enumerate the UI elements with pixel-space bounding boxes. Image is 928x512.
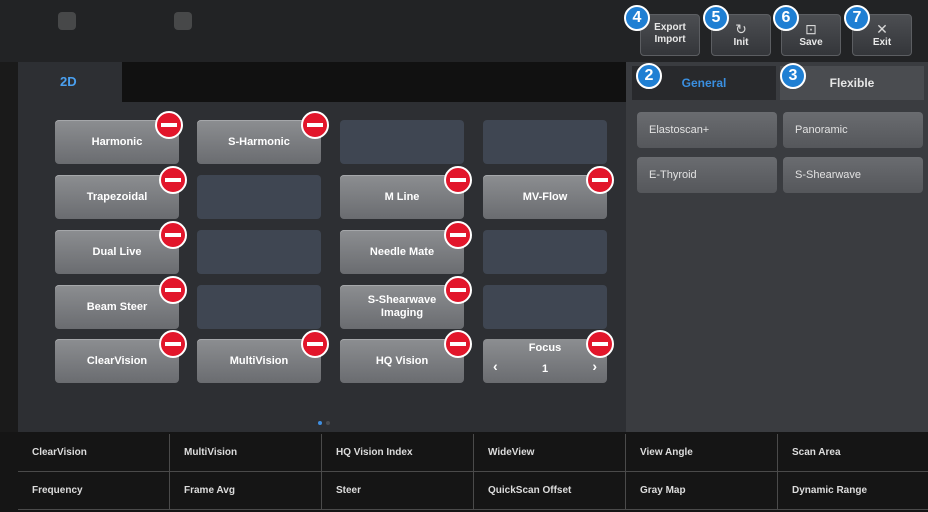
callout-badge: 6 — [773, 5, 799, 31]
focus-value: 1 — [541, 363, 549, 375]
remove-mv-flow-button[interactable] — [586, 166, 614, 194]
param-frequency[interactable]: Frequency — [18, 472, 170, 510]
minus-icon — [450, 178, 466, 182]
empty-slot[interactable] — [483, 285, 607, 329]
minus-icon — [165, 178, 181, 182]
dimmed-mode-item — [158, 8, 208, 54]
probe-icon — [174, 12, 192, 30]
callout-badge: 3 — [780, 63, 806, 89]
minus-icon — [450, 342, 466, 346]
param-view-angle[interactable]: View Angle — [626, 434, 778, 472]
callout-badge: 2 — [636, 63, 662, 89]
minus-icon — [450, 288, 466, 292]
empty-slot[interactable] — [197, 285, 321, 329]
param-clearvision[interactable]: ClearVision — [18, 434, 170, 472]
param-steer[interactable]: Steer — [322, 472, 474, 510]
save-label: Save — [799, 37, 823, 48]
empty-slot[interactable] — [197, 175, 321, 219]
remove-s-shearwave-imaging-button[interactable] — [444, 276, 472, 304]
empty-slot[interactable] — [483, 120, 607, 164]
remove-m-line-button[interactable] — [444, 166, 472, 194]
dimmed-mode-item — [42, 8, 92, 54]
param-frame-avg[interactable]: Frame Avg — [170, 472, 322, 510]
minus-icon — [165, 342, 181, 346]
callout-badge: 4 — [624, 5, 650, 31]
parameter-grid: ClearVision MultiVision HQ Vision Index … — [0, 432, 928, 512]
remove-harmonic-button[interactable] — [155, 111, 183, 139]
minus-icon — [592, 342, 608, 346]
remove-focus-button[interactable] — [586, 330, 614, 358]
empty-slot[interactable] — [340, 120, 464, 164]
minus-icon — [592, 178, 608, 182]
page-indicator — [318, 421, 334, 425]
param-gray-map[interactable]: Gray Map — [626, 472, 778, 510]
remove-s-harmonic-button[interactable] — [301, 111, 329, 139]
exit-label: Exit — [872, 37, 892, 48]
remove-beam-steer-button[interactable] — [159, 276, 187, 304]
empty-slot[interactable] — [483, 230, 607, 274]
param-hq-vision-index[interactable]: HQ Vision Index — [322, 434, 474, 472]
preset-e-thyroid-button[interactable]: E-Thyroid — [637, 157, 777, 193]
remove-hq-vision-button[interactable] — [444, 330, 472, 358]
empty-slot[interactable] — [197, 230, 321, 274]
callout-badge: 5 — [703, 5, 729, 31]
init-label: Init — [733, 37, 749, 48]
remove-needle-mate-button[interactable] — [444, 221, 472, 249]
param-dynamic-range[interactable]: Dynamic Range — [778, 472, 928, 510]
param-wideview[interactable]: WideView — [474, 434, 626, 472]
preset-panoramic-button[interactable]: Panoramic — [783, 112, 923, 148]
page-dot-active[interactable] — [318, 421, 322, 425]
chevron-right-icon[interactable]: › — [592, 358, 597, 374]
minus-icon — [165, 233, 181, 237]
remove-clearvision-button[interactable] — [159, 330, 187, 358]
minus-icon — [307, 123, 323, 127]
remove-multivision-button[interactable] — [301, 330, 329, 358]
minus-icon — [450, 233, 466, 237]
param-scan-area[interactable]: Scan Area — [778, 434, 928, 472]
minus-icon — [161, 123, 177, 127]
remove-dual-live-button[interactable] — [159, 221, 187, 249]
preset-elastoscan-button[interactable]: Elastoscan+ — [637, 112, 777, 148]
page-dot[interactable] — [326, 421, 330, 425]
remove-trapezoidal-button[interactable] — [159, 166, 187, 194]
tab-2d[interactable]: 2D — [18, 62, 122, 102]
export-import-label: Export Import — [654, 22, 686, 45]
minus-icon — [165, 288, 181, 292]
param-multivision[interactable]: MultiVision — [170, 434, 322, 472]
probe-icon — [58, 12, 76, 30]
param-quickscan-offset[interactable]: QuickScan Offset — [474, 472, 626, 510]
minus-icon — [307, 342, 323, 346]
callout-badge: 7 — [844, 5, 870, 31]
preset-s-shearwave-button[interactable]: S-Shearwave — [783, 157, 923, 193]
